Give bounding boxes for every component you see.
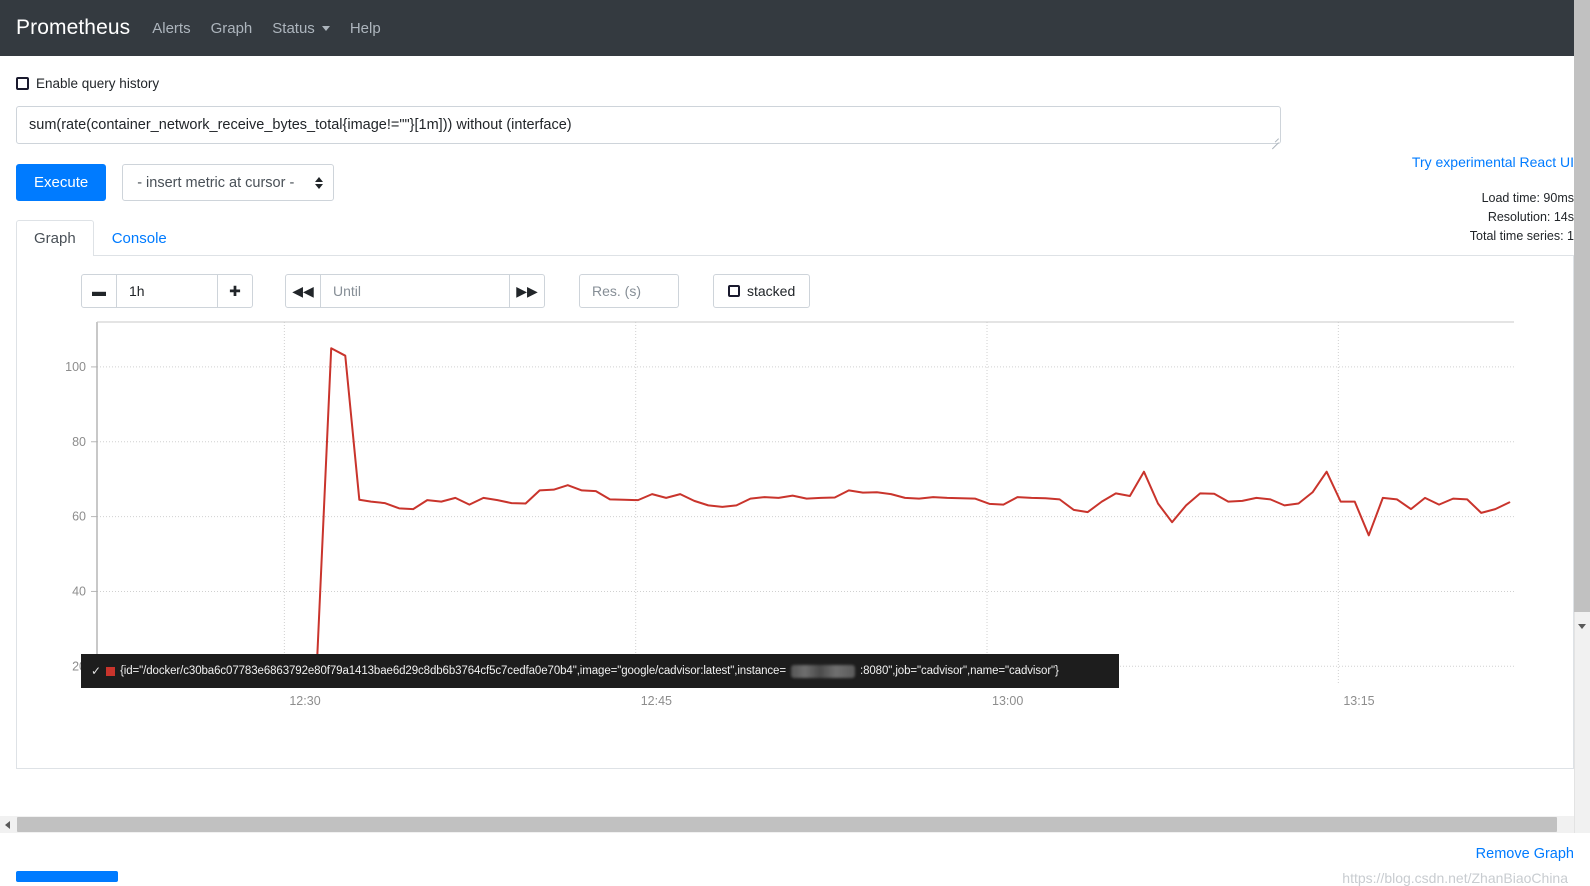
tab-bar: Graph Console <box>16 220 1574 256</box>
watermark-text: https://blog.csdn.net/ZhanBiaoChina <box>1342 870 1568 886</box>
legend-series-label-after: :8080",job="cadvisor",name="cadvisor"} <box>859 665 1059 677</box>
redacted-instance-address <box>790 664 855 678</box>
svg-text:100: 100 <box>65 360 86 374</box>
range-group: ▬ 1h ✚ <box>81 274 253 308</box>
chevron-down-icon <box>321 25 330 31</box>
add-graph-button[interactable] <box>16 871 118 882</box>
brand-logo[interactable]: Prometheus <box>16 16 130 40</box>
resolution-input[interactable]: Res. (s) <box>579 274 679 308</box>
step-forward-button[interactable]: ▶▶ <box>509 274 545 308</box>
step-backward-button[interactable]: ◀◀ <box>285 274 321 308</box>
decrease-range-button[interactable]: ▬ <box>81 274 117 308</box>
svg-text:13:15: 13:15 <box>1343 694 1374 708</box>
nav-item-status[interactable]: Status <box>272 20 330 37</box>
graph-panel: ▬ 1h ✚ ◀◀ Until ▶▶ Res. (s) stacked 20 40… <box>16 256 1574 769</box>
legend-check-icon: ✓ <box>91 664 102 678</box>
until-group: ◀◀ Until ▶▶ <box>285 274 545 308</box>
svg-text:13:00: 13:00 <box>992 694 1023 708</box>
graph-chart[interactable]: 20 40 60 80 100 12:30 12:45 13:00 13:15 <box>17 318 1573 708</box>
remove-graph-link[interactable]: Remove Graph <box>1476 846 1574 862</box>
nav-item-alerts[interactable]: Alerts <box>152 20 190 37</box>
page-body: Enable query history Try experimental Re… <box>0 76 1590 886</box>
nav-item-alerts-label: Alerts <box>152 19 191 37</box>
svg-text:12:45: 12:45 <box>641 694 672 708</box>
nav-item-graph-label: Graph <box>210 19 253 37</box>
nav-item-status-label: Status <box>272 19 315 37</box>
enable-query-history-checkbox[interactable] <box>16 77 29 90</box>
tab-console[interactable]: Console <box>94 220 185 256</box>
tab-graph[interactable]: Graph <box>16 220 94 256</box>
svg-text:60: 60 <box>72 510 86 524</box>
scroll-down-icon[interactable] <box>1578 624 1586 629</box>
try-react-ui-link[interactable]: Try experimental React UI <box>1412 154 1574 170</box>
increase-range-button[interactable]: ✚ <box>217 274 253 308</box>
select-updown-icon <box>315 176 324 189</box>
query-expression-wrap <box>16 106 1281 147</box>
insert-metric-select-value: - insert metric at cursor - <box>137 174 295 191</box>
nav-item-help[interactable]: Help <box>350 20 381 37</box>
query-expression-input[interactable] <box>16 106 1281 144</box>
svg-text:80: 80 <box>72 435 86 449</box>
stacked-toggle[interactable]: stacked <box>713 274 811 308</box>
insert-metric-select[interactable]: - insert metric at cursor - <box>122 164 335 201</box>
chart-svg[interactable]: 2040608010012:30 12:45 13:00 13:15 <box>17 318 1517 708</box>
enable-query-history-row: Enable query history <box>16 76 1574 91</box>
vertical-scrollbar[interactable] <box>1574 0 1590 833</box>
stacked-label: stacked <box>747 283 796 299</box>
navbar: Prometheus Alerts Graph Status Help <box>0 0 1590 56</box>
textarea-resize-handle[interactable] <box>1269 135 1279 145</box>
range-input[interactable]: 1h <box>117 274 217 308</box>
svg-text:40: 40 <box>72 584 86 598</box>
horizontal-scrollbar[interactable] <box>0 816 1574 833</box>
svg-text:12:30: 12:30 <box>289 694 320 708</box>
horizontal-scrollbar-thumb[interactable] <box>17 817 1557 832</box>
load-time-text: Load time: 90ms <box>1481 191 1574 205</box>
execute-button[interactable]: Execute <box>16 164 107 201</box>
enable-query-history-label: Enable query history <box>36 76 160 91</box>
legend-color-swatch[interactable] <box>106 666 116 676</box>
stacked-checkbox[interactable] <box>728 285 740 297</box>
execute-row: Execute - insert metric at cursor - <box>16 164 1574 201</box>
chart-legend[interactable]: ✓ {id="/docker/c30ba6c07783e6863792e80f7… <box>81 654 1119 688</box>
graph-controls: ▬ 1h ✚ ◀◀ Until ▶▶ Res. (s) stacked <box>17 256 1573 308</box>
scroll-left-icon[interactable] <box>5 821 10 829</box>
nav-item-help-label: Help <box>349 19 381 37</box>
until-input[interactable]: Until <box>321 274 509 308</box>
nav-item-graph[interactable]: Graph <box>211 20 253 37</box>
legend-series-label-before: {id="/docker/c30ba6c07783e6863792e80f79a… <box>120 665 786 677</box>
vertical-scrollbar-thumb[interactable] <box>1574 0 1590 612</box>
